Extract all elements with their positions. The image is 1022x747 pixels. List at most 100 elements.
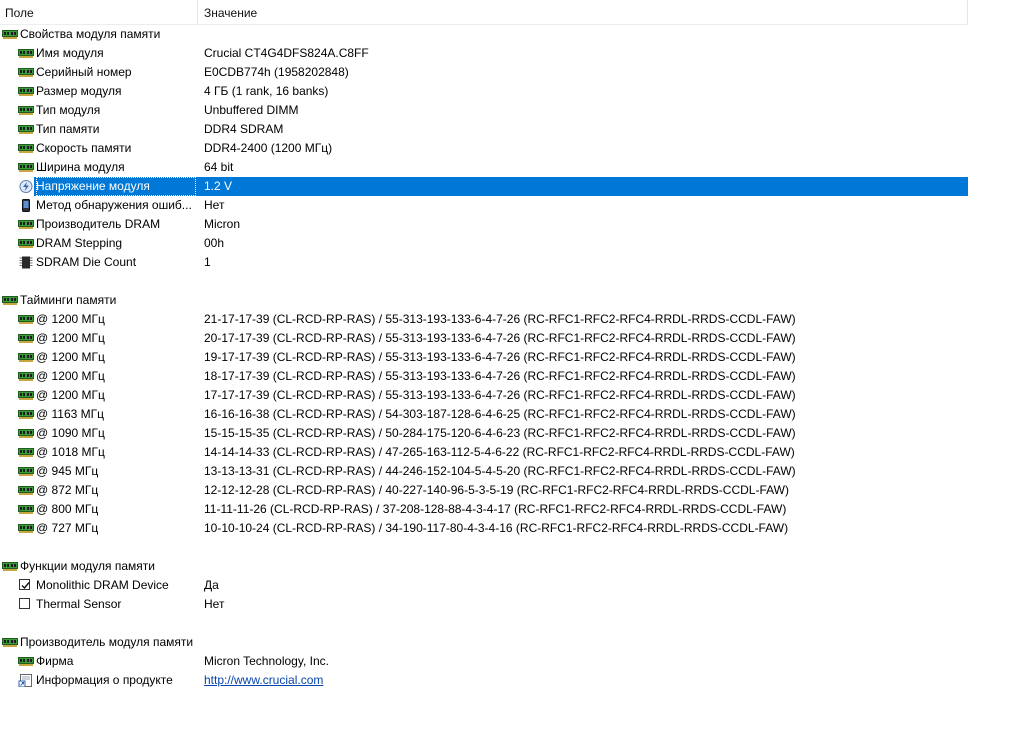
memory-module-icon [18,446,34,459]
list-item[interactable]: @ 1200 МГц 21-17-17-39 (CL-RCD-RP-RAS) / … [0,310,1022,329]
product-info-link[interactable]: http://www.crucial.com [204,671,323,690]
field-value: Micron [204,217,241,231]
list-item[interactable]: @ 727 МГц 10-10-10-24 (CL-RCD-RP-RAS) / 3… [0,519,1022,538]
list-item[interactable]: Скорость памяти DDR4-2400 (1200 МГц) [0,139,1022,158]
field-value: Нет [204,597,225,611]
list-item[interactable]: Метод обнаружения ошиб... Нет [0,196,1022,215]
field-label: Имя модуля [36,46,104,60]
field-label: @ 1200 МГц [36,350,105,364]
field-label: Метод обнаружения ошиб... [36,198,192,212]
list-item[interactable]: Тип модуля Unbuffered DIMM [0,101,1022,120]
field-value: 19-17-17-39 (CL-RCD-RP-RAS) / 55-313-193… [204,350,796,364]
field-value: 64 bit [204,160,234,174]
list-header: Поле Значение [0,0,968,25]
list-item[interactable]: @ 945 МГц 13-13-13-31 (CL-RCD-RP-RAS) / 4… [0,462,1022,481]
list-item[interactable]: Имя модуля Crucial CT4G4DFS824A.C8FF [0,44,1022,63]
memory-module-icon [18,332,34,345]
field-value: 4 ГБ (1 rank, 16 banks) [204,84,329,98]
list-item[interactable]: @ 800 МГц 11-11-11-26 (CL-RCD-RP-RAS) / 3… [0,500,1022,519]
list-item[interactable]: SDRAM Die Count 1 [0,253,1022,272]
memory-module-icon [18,389,34,402]
group-title: Функции модуля памяти [20,559,155,573]
group-title: Свойства модуля памяти [20,27,161,41]
column-header-field[interactable]: Поле [5,6,34,20]
list-item[interactable]: Серийный номер E0CDB774h (1958202848) [0,63,1022,82]
memory-module-icon [18,522,34,535]
field-label: Производитель DRAM [36,217,161,231]
field-value: 00h [204,236,225,250]
memory-module-icon [18,503,34,516]
memory-module-icon [18,104,34,117]
field-label: @ 1200 МГц [36,388,105,402]
list-item[interactable]: Thermal Sensor Нет [0,595,1022,614]
memory-module-icon [18,465,34,478]
field-value: 10-10-10-24 (CL-RCD-RP-RAS) / 34-190-117… [204,521,789,535]
group-header-timings[interactable]: Тайминги памяти [0,291,1022,310]
group-header-features[interactable]: Функции модуля памяти [0,557,1022,576]
group-title: Производитель модуля памяти [20,635,194,649]
field-label: @ 945 МГц [36,464,99,478]
field-value: Нет [204,198,225,212]
field-label: @ 872 МГц [36,483,99,497]
memory-module-icon [18,370,34,383]
field-value: 1.2 V [204,179,233,193]
list-item[interactable]: DRAM Stepping 00h [0,234,1022,253]
list-item[interactable]: @ 1200 МГц 17-17-17-39 (CL-RCD-RP-RAS) / … [0,386,1022,405]
field-label: @ 1200 МГц [36,312,105,326]
group-title: Тайминги памяти [20,293,117,307]
field-label: Monolithic DRAM Device [36,578,169,592]
group-header-manufacturer[interactable]: Производитель модуля памяти [0,633,1022,652]
list-item[interactable]: Monolithic DRAM Device Да [0,576,1022,595]
field-label: @ 800 МГц [36,502,99,516]
memory-module-icon [2,28,18,41]
field-value: 11-11-11-26 (CL-RCD-RP-RAS) / 37-208-128… [204,502,787,516]
field-label: @ 1090 МГц [36,426,105,440]
field-label: @ 1163 МГц [36,407,105,421]
list-item[interactable]: Производитель DRAM Micron [0,215,1022,234]
list-item[interactable]: @ 1200 МГц 18-17-17-39 (CL-RCD-RP-RAS) / … [0,367,1022,386]
list-item[interactable]: Тип памяти DDR4 SDRAM [0,120,1022,139]
column-divider-end[interactable] [967,0,968,24]
field-value: 18-17-17-39 (CL-RCD-RP-RAS) / 55-313-193… [204,369,796,383]
list-item-selected[interactable]: Напряжение модуля 1.2 V [0,177,1022,196]
list-item[interactable]: Ширина модуля 64 bit [0,158,1022,177]
list-item[interactable]: Информация о продукте http://www.crucial.… [0,671,1022,690]
list-item[interactable]: Размер модуля 4 ГБ (1 rank, 16 banks) [0,82,1022,101]
checkmark-icon [21,582,30,590]
field-value: Да [204,578,219,592]
field-label: Тип модуля [36,103,101,117]
column-divider[interactable] [197,0,198,24]
memory-module-icon [2,560,18,573]
field-value: 14-14-14-33 (CL-RCD-RP-RAS) / 47-265-163… [204,445,795,459]
memory-module-icon [18,237,34,250]
phone-icon [18,199,34,212]
field-value: 17-17-17-39 (CL-RCD-RP-RAS) / 55-313-193… [204,388,796,402]
list-item[interactable]: @ 1200 МГц 19-17-17-39 (CL-RCD-RP-RAS) / … [0,348,1022,367]
list-item[interactable]: @ 1090 МГц 15-15-15-35 (CL-RCD-RP-RAS) / … [0,424,1022,443]
field-value: Micron Technology, Inc. [204,654,329,668]
property-list: Свойства модуля памяти Имя модуля Crucial … [0,25,1022,690]
list-item[interactable]: @ 1163 МГц 16-16-16-38 (CL-RCD-RP-RAS) / … [0,405,1022,424]
list-item[interactable]: Фирма Micron Technology, Inc. [0,652,1022,671]
list-item[interactable]: @ 1200 МГц 20-17-17-39 (CL-RCD-RP-RAS) / … [0,329,1022,348]
memory-module-icon [18,161,34,174]
field-label: Скорость памяти [36,141,132,155]
field-value: 12-12-12-28 (CL-RCD-RP-RAS) / 40-227-140… [204,483,789,497]
list-item[interactable]: @ 1018 МГц 14-14-14-33 (CL-RCD-RP-RAS) / … [0,443,1022,462]
field-value: 13-13-13-31 (CL-RCD-RP-RAS) / 44-246-152… [204,464,796,478]
memory-module-icon [18,218,34,231]
field-value: Unbuffered DIMM [204,103,299,117]
field-label: @ 1200 МГц [36,369,105,383]
field-label: Напряжение модуля [36,177,196,196]
field-value: Crucial CT4G4DFS824A.C8FF [204,46,369,60]
field-label: Серийный номер [36,65,132,79]
list-item[interactable]: @ 872 МГц 12-12-12-28 (CL-RCD-RP-RAS) / 4… [0,481,1022,500]
group-header-module-props[interactable]: Свойства модуля памяти [0,25,1022,44]
voltage-icon [18,180,34,193]
column-header-value[interactable]: Значение [204,6,257,20]
field-label: Ширина модуля [36,160,125,174]
memory-module-icon [18,66,34,79]
